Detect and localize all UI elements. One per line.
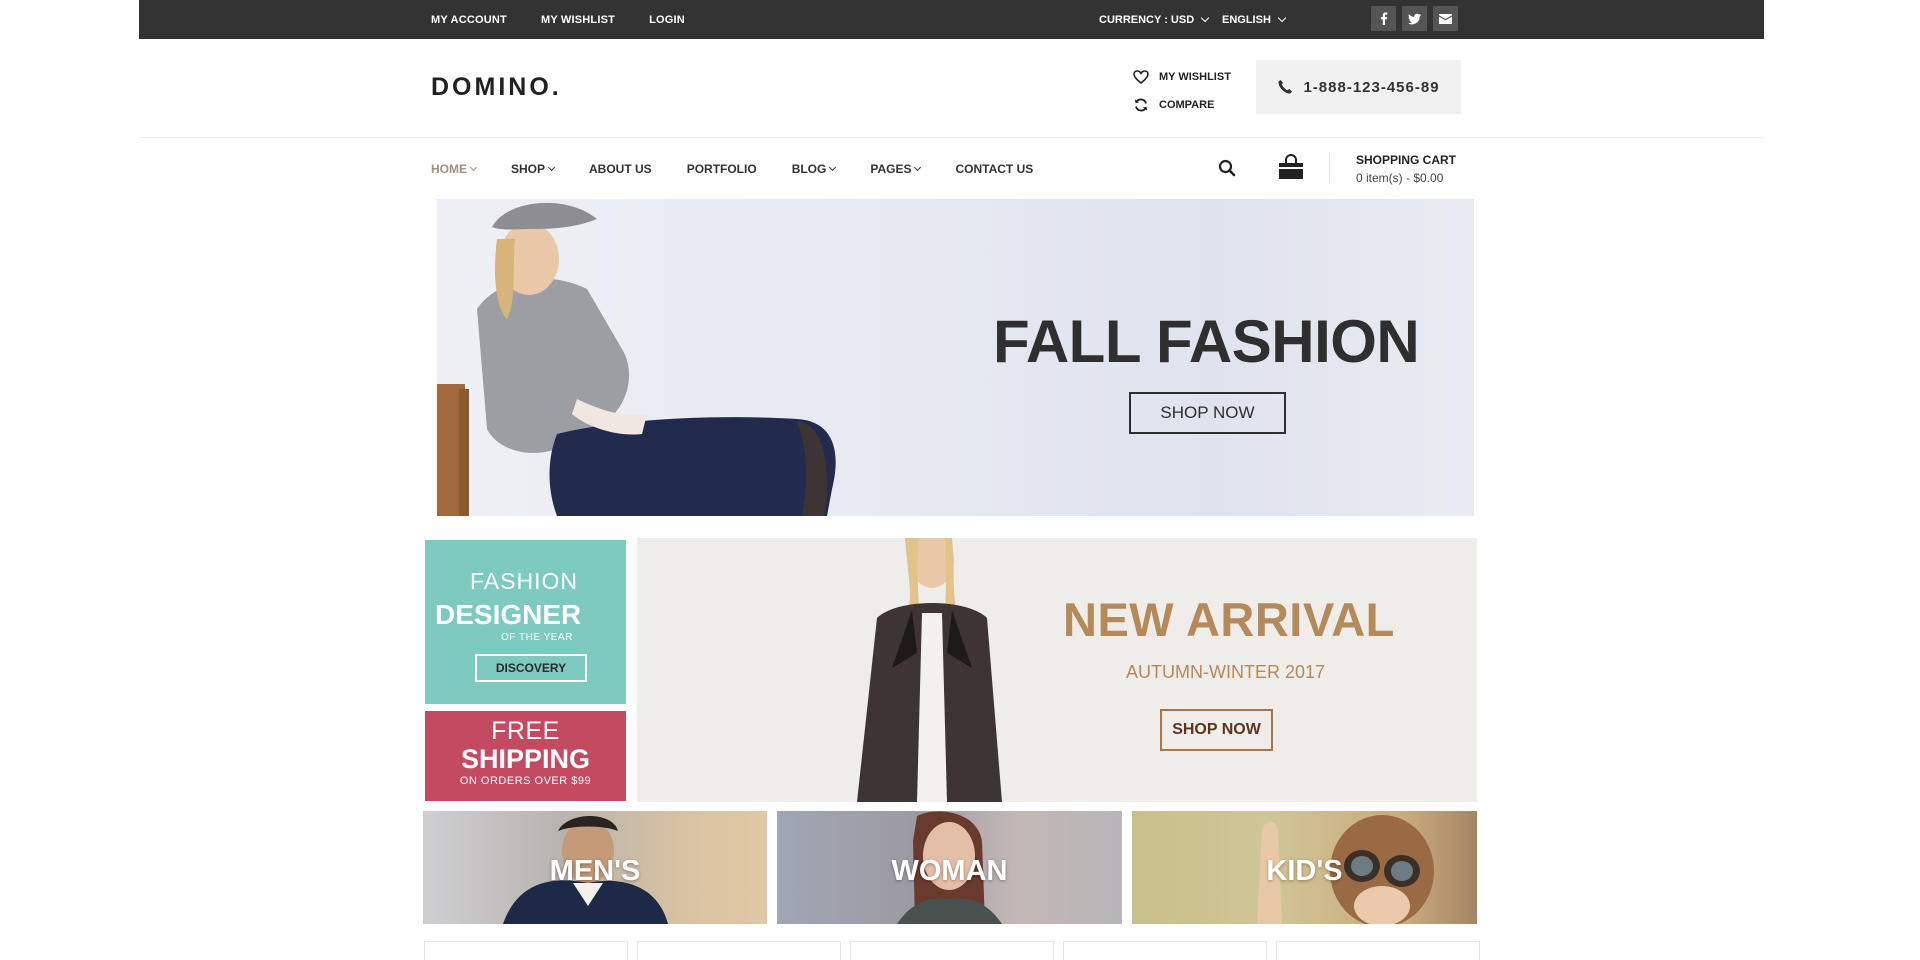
refresh-icon <box>1134 98 1148 112</box>
chevron-down-icon <box>1200 13 1210 22</box>
header-compare-link[interactable]: COMPARE <box>1133 91 1231 119</box>
product-card[interactable] <box>424 941 628 960</box>
search-button[interactable] <box>1218 159 1236 182</box>
arrival-subtitle: AUTUMN-WINTER 2017 <box>1126 662 1326 682</box>
new-arrival-banner[interactable]: NEW ARRIVAL AUTUMN-WINTER 2017 SHOP NOW <box>637 538 1477 802</box>
facebook-icon[interactable] <box>1371 6 1396 31</box>
chevron-down-icon <box>829 163 837 172</box>
my-wishlist-link[interactable]: MY WISHLIST <box>541 14 615 26</box>
envelope-icon[interactable] <box>1433 6 1458 31</box>
arrival-model-image <box>857 538 1002 802</box>
category-mens[interactable]: MEN'S <box>423 811 767 924</box>
twitter-icon[interactable] <box>1402 6 1427 31</box>
nav-about-label: ABOUT US <box>589 162 652 176</box>
cart-title: SHOPPING CART <box>1356 153 1457 167</box>
cart-summary[interactable]: SHOPPING CART 0 item(s) - $0.00 <box>1356 153 1456 185</box>
promo-designer-line1: FASHION <box>470 568 578 594</box>
top-links: MY ACCOUNT MY WISHLIST LOGIN <box>431 0 685 39</box>
category-mens-label: MEN'S <box>549 855 641 887</box>
product-card[interactable] <box>637 941 841 960</box>
product-card[interactable] <box>1063 941 1267 960</box>
currency-label: CURRENCY : USD <box>1099 13 1195 26</box>
nav-item-portfolio[interactable]: PORTFOLIO <box>687 162 757 176</box>
chevron-down-icon <box>1277 13 1287 22</box>
promo-shipping-line2: SHIPPING <box>460 744 591 774</box>
promo-shipping-line3: ON ORDERS OVER $99 <box>459 775 592 787</box>
nav-item-blog[interactable]: BLOG <box>791 162 837 176</box>
heart-icon <box>1133 70 1149 84</box>
phone-icon <box>1278 80 1293 94</box>
arrival-title: NEW ARRIVAL <box>1063 593 1395 646</box>
hero-shop-now-button[interactable]: SHOP NOW <box>1129 392 1286 434</box>
nav-item-home[interactable]: HOME <box>431 162 478 176</box>
nav-pages-label: PAGES <box>870 162 912 176</box>
nav-shop-label: SHOP <box>511 162 546 176</box>
social-links <box>1371 6 1458 31</box>
promo-designer-tile[interactable]: FASHION DESIGNER OF THE YEAR DISCOVERY <box>425 540 626 704</box>
chevron-down-icon <box>914 163 922 172</box>
nav-item-contact-us[interactable]: CONTACT US <box>955 162 1033 176</box>
category-kids[interactable]: KID'S <box>1132 811 1477 924</box>
my-account-link[interactable]: MY ACCOUNT <box>431 14 507 26</box>
site-logo[interactable]: DOMINO. <box>431 73 562 102</box>
currency-selector[interactable]: CURRENCY : USD <box>1099 0 1210 39</box>
nav-item-about-us[interactable]: ABOUT US <box>589 162 652 176</box>
product-card-row <box>424 941 1480 960</box>
nav-item-pages[interactable]: PAGES <box>870 162 922 176</box>
promo-shipping-tile[interactable]: FREE SHIPPING ON ORDERS OVER $99 <box>425 711 626 801</box>
nav-portfolio-label: PORTFOLIO <box>686 162 757 176</box>
chevron-down-icon <box>469 163 478 172</box>
promo-designer-line3: OF THE YEAR <box>501 632 573 643</box>
nav-blog-label: BLOG <box>791 162 827 176</box>
chevron-down-icon <box>547 163 556 172</box>
header-divider <box>139 137 1764 138</box>
product-card[interactable] <box>1276 941 1480 960</box>
arrival-shop-now-button[interactable]: SHOP NOW <box>1160 709 1273 751</box>
wishlist-label: MY WISHLIST <box>1159 71 1231 83</box>
discovery-button[interactable]: DISCOVERY <box>475 654 587 682</box>
main-nav: HOME SHOP ABOUT US PORTFOLIO BLOG PAGES … <box>431 160 1068 178</box>
category-kids-label: KID'S <box>1266 855 1343 887</box>
page: MY ACCOUNT MY WISHLIST LOGIN CURRENCY : … <box>0 0 1920 960</box>
phone-number: 1-888-123-456-89 <box>1303 78 1440 96</box>
cart-totals: 0 item(s) - $0.00 <box>1356 171 1444 185</box>
cart-divider <box>1329 153 1330 183</box>
product-card[interactable] <box>850 941 1054 960</box>
header-links: MY WISHLIST COMPARE <box>1133 63 1231 119</box>
hero-model-image <box>437 202 836 516</box>
nav-item-shop[interactable]: SHOP <box>511 162 556 176</box>
category-woman-label: WOMAN <box>891 855 1008 887</box>
nav-home-label: HOME <box>431 162 467 176</box>
header-wishlist-link[interactable]: MY WISHLIST <box>1133 63 1231 91</box>
top-bar: MY ACCOUNT MY WISHLIST LOGIN CURRENCY : … <box>139 0 1764 39</box>
language-selector[interactable]: ENGLISH <box>1222 0 1287 39</box>
nav-contact-label: CONTACT US <box>955 162 1034 176</box>
login-link[interactable]: LOGIN <box>649 14 685 26</box>
compare-label: COMPARE <box>1159 99 1215 111</box>
cart-button[interactable] <box>1277 153 1305 186</box>
search-icon <box>1218 159 1236 177</box>
hero-banner[interactable]: FALL FASHION SHOP NOW <box>437 199 1474 516</box>
language-label: ENGLISH <box>1222 13 1271 26</box>
promo-shipping-line1: FREE <box>491 717 560 745</box>
category-woman[interactable]: WOMAN <box>777 811 1122 924</box>
hero-title: FALL FASHION <box>993 308 1420 375</box>
shopping-bag-icon <box>1279 154 1303 179</box>
promo-designer-line2: DESIGNER <box>435 599 582 630</box>
phone-box: 1-888-123-456-89 <box>1256 60 1461 114</box>
